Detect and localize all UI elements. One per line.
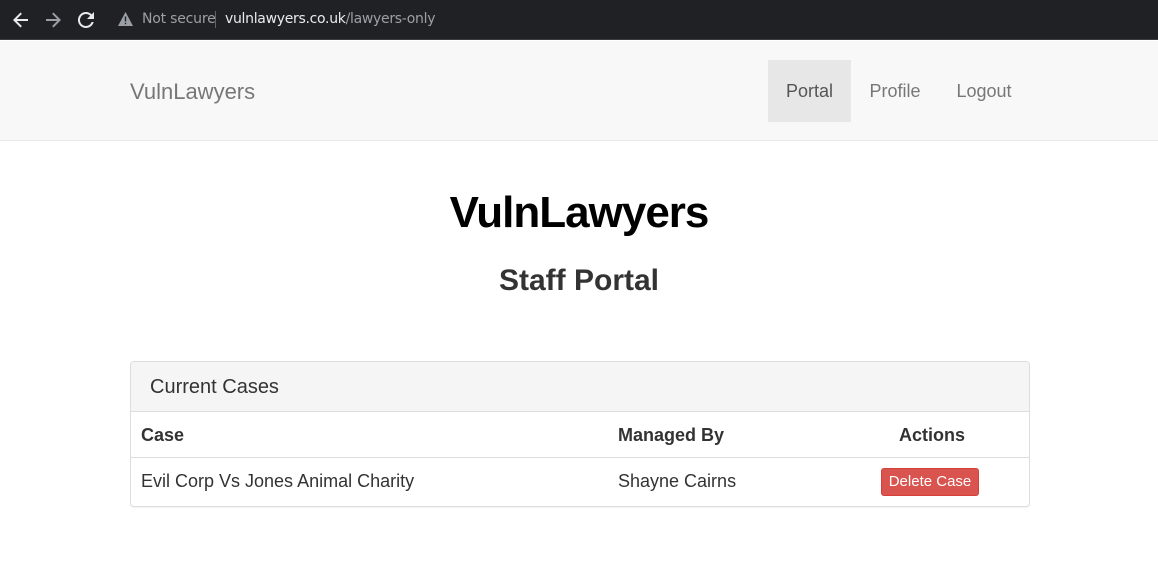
page-title: VulnLawyers xyxy=(449,188,710,237)
page-subtitle: Staff Portal xyxy=(498,264,660,297)
nav-item-portal[interactable]: Portal xyxy=(768,60,851,122)
reload-icon xyxy=(78,12,94,28)
panel-title: Current Cases xyxy=(150,376,279,398)
current-cases-panel: Current Cases Case Managed By Actions Ev… xyxy=(130,361,1030,507)
address-bar[interactable]: Not secure vulnlawyers.co.uk/lawyers-onl… xyxy=(108,4,1150,35)
nav-item-logout[interactable]: Logout xyxy=(939,60,1029,122)
reload-button[interactable] xyxy=(74,8,98,32)
url-text[interactable]: vulnlawyers.co.uk/lawyers-only xyxy=(225,11,436,27)
url-host: vulnlawyers.co.uk xyxy=(225,11,346,27)
column-header-actions: Actions xyxy=(899,425,966,445)
nav-item-profile[interactable]: Profile xyxy=(851,60,939,122)
panel-heading: Current Cases xyxy=(131,362,1029,412)
browser-toolbar: Not secure vulnlawyers.co.uk/lawyers-onl… xyxy=(0,0,1158,40)
address-separator xyxy=(215,11,216,28)
column-header-managed-by: Managed By xyxy=(618,425,725,445)
table-header-divider xyxy=(131,457,1029,458)
delete-case-button[interactable]: Delete Case xyxy=(881,468,979,496)
forward-button[interactable] xyxy=(41,8,65,32)
security-status-label[interactable]: Not secure xyxy=(142,11,216,27)
back-button[interactable] xyxy=(9,8,33,32)
managed-by-cell: Shayne Cairns xyxy=(618,471,737,491)
navbar-brand[interactable]: VulnLawyers xyxy=(130,79,255,105)
arrow-right-icon xyxy=(46,12,61,28)
site-navbar: VulnLawyers Portal Profile Logout xyxy=(0,41,1158,141)
column-header-case: Case xyxy=(141,425,185,445)
case-name-cell: Evil Corp Vs Jones Animal Charity xyxy=(141,471,415,491)
url-path: /lawyers-only xyxy=(345,11,436,27)
warning-triangle-icon xyxy=(118,12,133,26)
arrow-left-icon xyxy=(13,12,28,28)
